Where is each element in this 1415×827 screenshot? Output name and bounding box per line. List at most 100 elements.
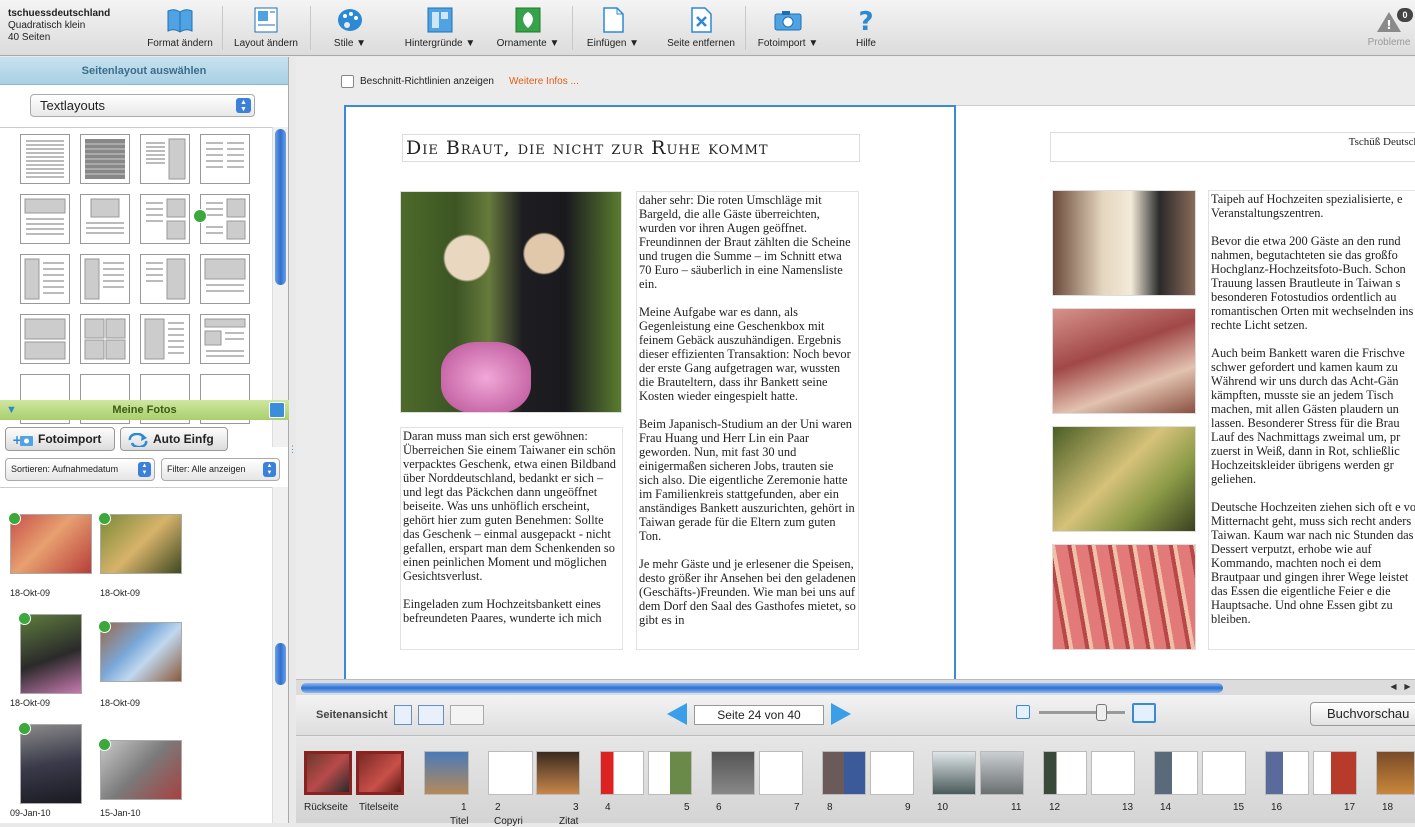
layout-option[interactable] xyxy=(200,314,250,364)
layout-option[interactable] xyxy=(140,254,190,304)
page-thumb[interactable] xyxy=(759,751,803,795)
filter-select[interactable]: Filter: Alle anzeigen ▲ ▼ xyxy=(161,458,280,481)
layout-option[interactable] xyxy=(80,254,130,304)
text-column-2[interactable]: daher sehr: Die roten Umschläge mit Barg… xyxy=(636,191,859,650)
photo-money[interactable] xyxy=(1052,308,1196,414)
scroll-left-icon[interactable]: ◀ xyxy=(1388,682,1399,693)
insert-menu-button[interactable]: Einfügen ▼ xyxy=(580,6,646,52)
page-thumb[interactable] xyxy=(980,751,1024,795)
layout-option[interactable] xyxy=(20,314,70,364)
photo-thumbnail[interactable] xyxy=(18,722,82,804)
zoom-in-icon[interactable] xyxy=(1132,703,1156,723)
photo-date: 15-Jan-10 xyxy=(100,808,141,818)
book-preview-button[interactable]: Buchvorschau xyxy=(1310,702,1415,726)
photo-import-menu-button[interactable]: Fotoimport ▼ xyxy=(753,6,823,52)
layout-option[interactable] xyxy=(140,194,190,244)
zoom-out-icon[interactable] xyxy=(1016,705,1030,719)
left-panel: Seitenlayout auswählen Textlayouts ▲▼ ▼ xyxy=(0,57,289,823)
page-thumb[interactable] xyxy=(932,751,976,795)
page-indicator[interactable]: Seite 24 von 40 xyxy=(694,705,824,725)
page-thumb[interactable] xyxy=(488,751,533,795)
page-thumb-title[interactable] xyxy=(356,751,404,795)
wedding-couple-photo[interactable] xyxy=(400,191,622,413)
layout-option[interactable] xyxy=(80,194,130,244)
photo-thumbnail[interactable] xyxy=(8,512,92,574)
svg-text:!: ! xyxy=(1386,18,1391,32)
page-scrollbar[interactable]: ◀ ▶ xyxy=(296,679,1415,695)
photo-thumbnail[interactable] xyxy=(98,620,182,682)
photo-thumbnail[interactable] xyxy=(18,612,82,694)
page-thumb[interactable] xyxy=(1043,751,1087,795)
page-thumb[interactable] xyxy=(1202,751,1246,795)
collapse-icon[interactable]: ▼ xyxy=(6,400,17,420)
right-page[interactable]: Tschüß Deutschla Taipeh auf Hochzeiten s… xyxy=(956,105,1415,681)
page-thumb[interactable] xyxy=(1154,751,1198,795)
ornaments-menu-button[interactable]: Ornamente ▼ xyxy=(490,6,566,52)
page-thumb[interactable] xyxy=(424,751,469,795)
page-thumb[interactable] xyxy=(600,751,644,795)
layout-option[interactable] xyxy=(80,134,130,184)
page-header-text[interactable]: Tschüß Deutschla xyxy=(1050,132,1415,162)
photos-scrollbar[interactable] xyxy=(272,487,288,823)
layout-option[interactable] xyxy=(20,134,70,184)
used-check-icon xyxy=(18,722,31,735)
zoom-slider-track[interactable] xyxy=(1039,711,1125,714)
styles-menu-button[interactable]: Stile ▼ xyxy=(325,6,375,52)
text-column-1[interactable]: Daran muss man sich erst gewöhnen: Überr… xyxy=(400,427,623,650)
previous-page-icon[interactable] xyxy=(667,703,687,725)
layout-scrollbar[interactable] xyxy=(272,127,288,447)
auto-insert-button[interactable]: Auto Einfg xyxy=(120,427,228,451)
page-thumb[interactable] xyxy=(1313,751,1357,795)
page-title-box[interactable]: Die Braut, die nicht zur Ruhe kommt xyxy=(402,134,860,162)
next-page-icon[interactable] xyxy=(831,703,851,725)
help-button[interactable]: ? Hilfe xyxy=(846,6,886,52)
layout-option-selected[interactable] xyxy=(193,194,250,244)
page-thumb-back[interactable] xyxy=(304,751,352,795)
problems-button[interactable]: ! 0 Probleme xyxy=(1365,6,1413,48)
page-thumb[interactable] xyxy=(870,751,914,795)
photo-import-button[interactable]: + Fotoimport xyxy=(5,427,115,451)
remove-page-button[interactable]: Seite entfernen xyxy=(662,6,740,52)
photo-album[interactable] xyxy=(1052,426,1196,532)
page-thumb-label: 7 xyxy=(794,802,800,813)
page-thumb[interactable] xyxy=(711,751,755,795)
layout-option[interactable] xyxy=(200,254,250,304)
trim-guides-checkbox[interactable] xyxy=(341,75,354,88)
single-page-view-icon[interactable] xyxy=(394,705,412,725)
layout-option[interactable] xyxy=(20,254,70,304)
format-change-button[interactable]: Format ändern xyxy=(142,6,218,52)
more-info-link[interactable]: Weitere Infos ... xyxy=(509,76,579,87)
photo-guests[interactable] xyxy=(1052,190,1196,296)
layout-option[interactable] xyxy=(140,314,190,364)
text-column-3[interactable]: Taipeh auf Hochzeiten spezialisierte, e … xyxy=(1208,190,1415,650)
page-thumb[interactable] xyxy=(1376,751,1415,795)
photo-thumbnail[interactable] xyxy=(98,738,182,800)
ornament-icon xyxy=(513,6,543,34)
svg-text:?: ? xyxy=(858,7,873,34)
page-thumb[interactable] xyxy=(536,751,580,795)
spread-view-icon[interactable] xyxy=(418,705,444,725)
palette-icon xyxy=(335,6,365,34)
page-thumb[interactable] xyxy=(648,751,692,795)
layout-option[interactable] xyxy=(80,314,130,364)
page-thumb[interactable] xyxy=(1091,751,1135,795)
page-thumb[interactable] xyxy=(822,751,866,795)
zoom-slider-knob[interactable] xyxy=(1096,704,1107,721)
page-thumb[interactable] xyxy=(1265,751,1309,795)
sort-select[interactable]: Sortieren: Aufnahmedatum ▲ ▼ xyxy=(5,458,155,481)
layout-option[interactable] xyxy=(200,134,250,184)
multi-page-view-icon[interactable] xyxy=(450,705,484,725)
photo-gift-boxes[interactable] xyxy=(1052,544,1196,650)
backgrounds-menu-button[interactable]: Hintergründe ▼ xyxy=(400,6,480,52)
layout-icon xyxy=(251,6,281,34)
background-icon xyxy=(425,6,455,34)
photo-thumbnail[interactable] xyxy=(98,512,182,574)
scroll-right-icon[interactable]: ▶ xyxy=(1402,682,1413,693)
layout-change-button[interactable]: Layout ändern xyxy=(228,6,304,52)
add-photos-icon[interactable] xyxy=(269,402,285,418)
layout-type-select[interactable]: Textlayouts ▲ ▼ xyxy=(30,94,255,117)
layout-option[interactable] xyxy=(140,134,190,184)
scrollbar-thumb[interactable] xyxy=(301,683,1223,693)
left-page[interactable]: Die Braut, die nicht zur Ruhe kommt Dara… xyxy=(344,105,956,681)
layout-option[interactable] xyxy=(20,194,70,244)
